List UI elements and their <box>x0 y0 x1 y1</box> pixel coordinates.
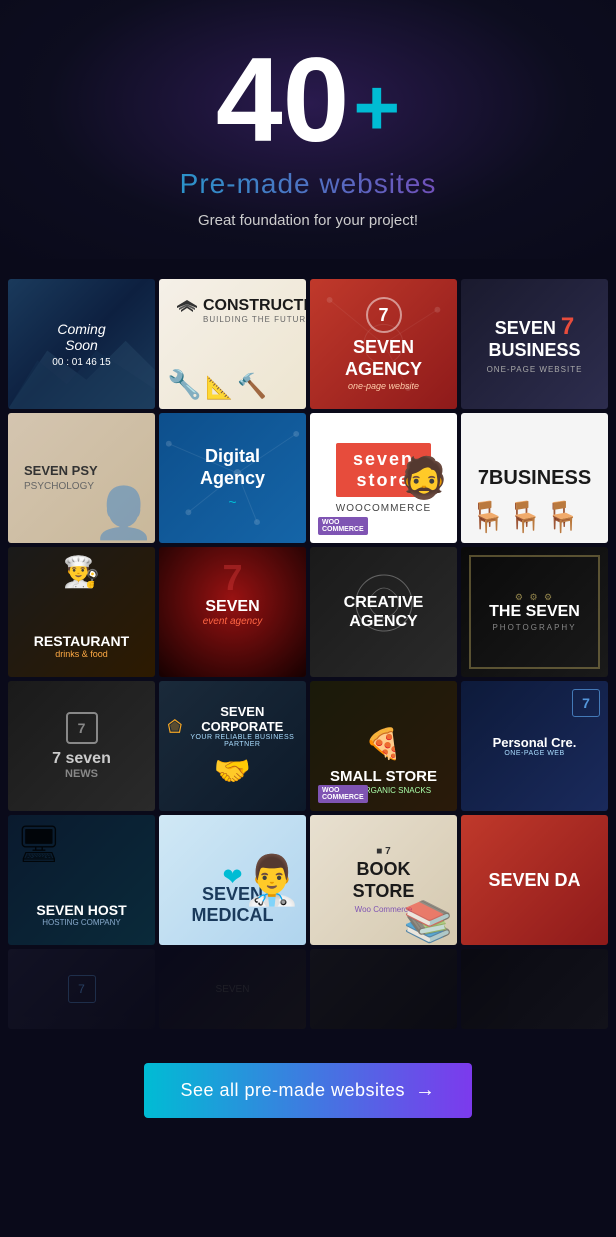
hero-description: Great foundation for your project! <box>20 212 596 229</box>
tile-seven-business[interactable]: SEVEN 7BUSINESS ONE-PAGE WEBSITE <box>461 279 608 409</box>
tile-seven-store[interactable]: sevenstore WooCommerce WOOCOMMERCE 🧔 <box>310 413 457 543</box>
hero-subtitle: Pre-made websites <box>20 168 596 200</box>
tile-seven-agency[interactable]: 7 SEVEN AGENCY one-page website <box>310 279 457 409</box>
tile-small-store[interactable]: 🍕 SMALL STORE 100% ORGANIC SNACKS WOOCOM… <box>310 681 457 811</box>
grid-row-4: 7 7 seven NEWS SEVEN CORPORATE YOUR RELI… <box>8 681 608 811</box>
tile-extra2[interactable]: SEVEN <box>159 949 306 1029</box>
tile-personal-cre[interactable]: 7 Personal Cre. ONE-PAGE WEB <box>461 681 608 811</box>
tile-construction[interactable]: CONSTRUCTION BUILDING THE FUTURE 🔧 📐 🔨 <box>159 279 306 409</box>
cta-section: See all pre-made websites → <box>0 1043 616 1148</box>
hero-section: 40+ Pre-made websites Great foundation f… <box>0 0 616 259</box>
hero-number-container: 40+ <box>20 40 596 160</box>
7business-text: 7BUSINESS <box>470 459 599 498</box>
restaurant-text: RESTAURANT drinks & food <box>26 625 137 667</box>
seven-event-text: SEVEN event agency <box>195 590 271 635</box>
grid-row-2: SEVEN PSYPSYCHOLOGY 👤 DigitalAgency ~ <box>8 413 608 543</box>
small-tea-text: 7 7 seven NEWS <box>44 704 119 788</box>
book-icon: 📚 <box>403 898 453 945</box>
grid-row-1: ComingSoon 00 : 01 46 15 CONSTRUCTION BU… <box>8 279 608 409</box>
tile-seven-event[interactable]: 7 SEVEN event agency <box>159 547 306 677</box>
store-person-icon: 🧔 <box>399 455 449 502</box>
tile-digital-agency[interactable]: DigitalAgency ~ <box>159 413 306 543</box>
tile-seven-corporate[interactable]: SEVEN CORPORATE YOUR RELIABLE BUSINESS P… <box>159 681 306 811</box>
cta-arrow: → <box>415 1079 436 1102</box>
seven-host-text: SEVEN HOST HOSTING COMPANY <box>28 894 134 935</box>
tile-coming-soon[interactable]: ComingSoon 00 : 01 46 15 <box>8 279 155 409</box>
extra2-label: SEVEN <box>216 984 250 995</box>
coming-soon-text: ComingSoon 00 : 01 46 15 <box>44 313 118 376</box>
pizza-icon: 🍕 <box>365 727 402 762</box>
the-seven-text: ⚙ ⚙ ⚙ THE SEVEN PHOTOGRAPHY <box>481 584 588 640</box>
hero-count: 40 <box>216 40 349 160</box>
grid-row-3: 👨‍🍳 RESTAURANT drinks & food 7 SEVEN eve… <box>8 547 608 677</box>
grid-row-5: 🖥 SEVEN HOST HOSTING COMPANY ❤ SEVENMEDI… <box>8 815 608 945</box>
construction-tools: 🔧 📐 🔨 <box>167 368 298 401</box>
tile-creative-agency[interactable]: CREATIVEAGENCY <box>310 547 457 677</box>
corporate-logo <box>167 716 183 736</box>
tile-restaurant[interactable]: 👨‍🍳 RESTAURANT drinks & food <box>8 547 155 677</box>
see-all-button[interactable]: See all pre-made websites → <box>144 1063 471 1118</box>
tile-7business[interactable]: 7BUSINESS 🪑🪑🪑 <box>461 413 608 543</box>
seven-da-text: SEVEN DA <box>480 862 588 899</box>
woo-badge-2: WOOCOMMERCE <box>318 785 368 803</box>
seven-business-text: SEVEN 7BUSINESS ONE-PAGE WEBSITE <box>479 306 591 381</box>
restaurant-chef-icon: 👨‍🍳 <box>63 555 100 590</box>
tile-seven-host[interactable]: 🖥 SEVEN HOST HOSTING COMPANY <box>8 815 155 945</box>
personal-cre-text: Personal Cre. ONE-PAGE WEB <box>485 727 585 765</box>
chairs-icon: 🪑🪑🪑 <box>469 500 600 535</box>
extra1-text: 7 <box>60 967 104 1011</box>
hero-plus: + <box>353 63 400 152</box>
construction-text: CONSTRUCTION BUILDING THE FUTURE <box>167 289 306 336</box>
tile-seven-medical[interactable]: ❤ SEVENMEDICAL 👨‍⚕️ <box>159 815 306 945</box>
tile-extra4[interactable] <box>461 949 608 1029</box>
psy-person-icon: 👤 <box>93 484 155 543</box>
seven-corporate-text: SEVEN CORPORATE YOUR RELIABLE BUSINESS P… <box>159 696 306 797</box>
creative-agency-text: CREATIVEAGENCY <box>336 585 432 639</box>
grid-row-6: 7 SEVEN <box>8 949 608 1029</box>
tile-seven-da[interactable]: SEVEN DA <box>461 815 608 945</box>
websites-grid: ComingSoon 00 : 01 46 15 CONSTRUCTION BU… <box>0 259 616 1043</box>
tile-the-seven[interactable]: ⚙ ⚙ ⚙ THE SEVEN PHOTOGRAPHY <box>461 547 608 677</box>
construction-icon <box>175 298 199 322</box>
cta-label: See all pre-made websites <box>180 1080 405 1101</box>
tile-extra1[interactable]: 7 <box>8 949 155 1029</box>
tile-small-tea[interactable]: 7 7 seven NEWS <box>8 681 155 811</box>
doctor-icon: 👨‍⚕️ <box>242 852 302 909</box>
tile-extra3[interactable] <box>310 949 457 1029</box>
digital-agency-text: DigitalAgency ~ <box>192 438 273 517</box>
server-icon: 🖥 <box>16 823 62 865</box>
tile-seven-psy[interactable]: SEVEN PSYPSYCHOLOGY 👤 <box>8 413 155 543</box>
woo-badge: WOOCOMMERCE <box>318 517 368 535</box>
seven-agency-text: 7 SEVEN AGENCY one-page website <box>310 289 457 398</box>
tile-book-store[interactable]: ■ 7 BOOKSTORE Woo Commerce 📚 <box>310 815 457 945</box>
